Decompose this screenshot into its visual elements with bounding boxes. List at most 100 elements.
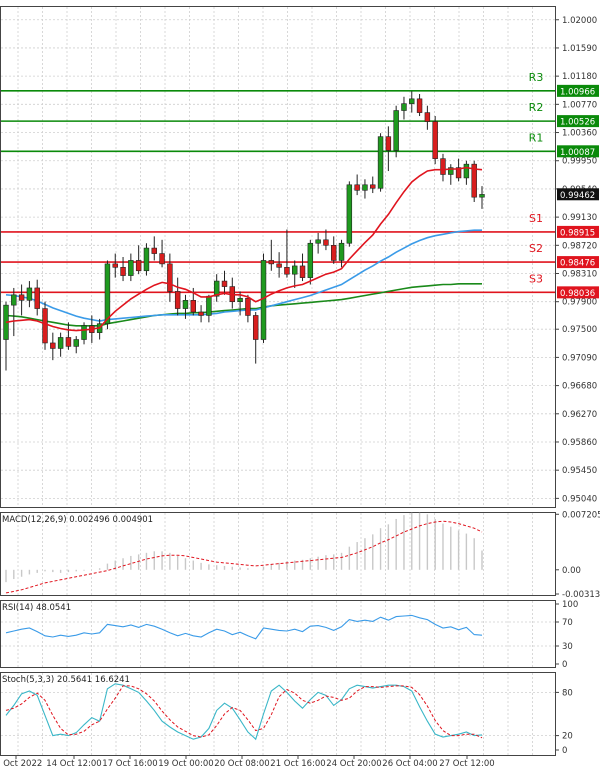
price-tick-label: 1.00360 [562,129,597,139]
stoch-tick-label: 80 [562,688,573,698]
rsi-tick-label: 70 [562,618,573,628]
candle-bearish [151,247,157,254]
candle-bullish [57,337,64,349]
level-name-r3: R3 [529,71,544,84]
price-tick-label: 0.96270 [562,410,597,420]
candle-bullish [409,98,415,104]
rsi-tick-label: 100 [562,600,578,610]
candle-bearish [432,121,438,159]
level-value-label: 0.98476 [560,259,595,269]
candle-bearish [174,291,181,309]
candle-bullish [26,287,33,301]
candle-bullish [393,110,399,151]
level-name-r1: R1 [529,131,544,144]
candle-bearish [34,287,40,309]
chart-root: 1.02000 1.01590 1.01180 1.00770 1.00360 0.999… [0,0,600,772]
stoch-tick-label: 20 [562,732,573,742]
candle-bullish [143,247,150,272]
level-value-label: 1.00526 [560,118,595,128]
price-tick-label: 0.95040 [562,494,597,504]
current-price-label: 0.99462 [560,191,595,201]
candle-bearish [354,184,360,191]
candle-bearish [370,184,376,189]
candle-bearish [268,260,275,265]
candle-bullish [237,297,243,302]
price-tick-label: 0.97090 [562,353,597,363]
candle-bullish [292,265,298,275]
macd-tick-label: 0.007205 [562,510,600,520]
candle-bullish [362,184,368,191]
candle-bearish [416,98,423,113]
level-value-label: 0.98036 [560,289,595,299]
candle-bullish [81,325,87,340]
candle-bullish [307,242,314,278]
candle-bearish [385,136,392,151]
forex-chart: 1.02000 1.01590 1.01180 1.00770 1.00360 0.999… [0,6,600,769]
time-axis-label: 27 Oct 12:00 [439,759,494,769]
candle-bearish [424,112,431,122]
candle-bullish [338,242,345,261]
candle-bearish [252,315,259,340]
candle-bearish [65,337,72,347]
candle-bearish [50,342,56,349]
candle-bearish [190,300,196,313]
candle-bullish [377,136,384,189]
price-tick-label: 0.99950 [562,157,597,167]
time-axis-label: 24 Oct 20:00 [326,759,381,769]
candle-bearish [440,158,446,175]
candle-bullish [346,184,353,244]
level-name-r2: R2 [529,101,544,114]
level-value-label: 1.00966 [560,87,595,97]
candle-bearish [167,263,173,292]
price-tick-label: 1.01590 [562,44,597,54]
level-name-s3: S3 [529,272,543,285]
candle-bearish [42,308,48,344]
price-tick-label: 0.97900 [562,298,597,308]
candle-bearish [276,263,282,268]
time-axis-label: 17 Oct 16:00 [102,759,157,769]
candle-bearish [18,294,25,301]
level-value-label: 0.98915 [560,228,595,238]
candle-bearish [221,280,228,287]
price-panel [0,6,556,508]
candle-bullish [128,260,134,276]
stoch-label: Stoch(5,3,3) 20.5641 16.6241 [2,675,130,685]
price-tick-label: 0.95450 [562,466,597,476]
time-axis-label: 21 Oct 16:00 [270,759,325,769]
price-tick-label: 0.98310 [562,270,597,280]
price-tick-label: 1.01180 [562,72,597,82]
macd-label: MACD(12,26,9) 0.002496 0.004901 [2,515,153,525]
candle-bearish [245,297,251,316]
time-axis-label: 19 Oct 00:00 [158,759,213,769]
candle-bullish [206,295,212,316]
candle-bearish [120,267,126,276]
stoch-tick-label: 0 [562,746,567,756]
candle-bearish [284,267,290,275]
rsi-panel [0,600,556,668]
candle-bullish [260,260,267,340]
price-tick-label: 1.00770 [562,100,597,110]
price-tick-label: 0.98720 [562,241,597,251]
rsi-tick-label: 30 [562,642,573,652]
candle-bearish [331,245,337,261]
time-axis-label: 14 Oct 12:00 [46,759,101,769]
price-tick-label: 0.95860 [562,438,597,448]
time-axis-label: 13 Oct 2022 [0,759,42,769]
macd-tick-label: 0.00 [562,566,581,576]
candle-bearish [135,260,142,272]
candle-bearish [198,311,204,316]
candle-bearish [159,253,165,265]
price-tick-label: 1.02000 [562,16,597,26]
candle-bearish [323,239,329,246]
candle-bullish [463,163,470,179]
candle-bullish [11,294,17,306]
price-tick-label: 0.97500 [562,325,597,335]
candle-bullish [401,103,407,111]
level-name-s1: S1 [529,212,543,225]
candle-bullish [73,339,79,347]
macd-tick-label: -0.003139 [562,590,600,600]
rsi-tick-label: 0 [562,660,567,670]
candle-bullish [315,239,321,244]
candle-bearish [112,263,118,268]
candle-bullish [104,263,111,325]
